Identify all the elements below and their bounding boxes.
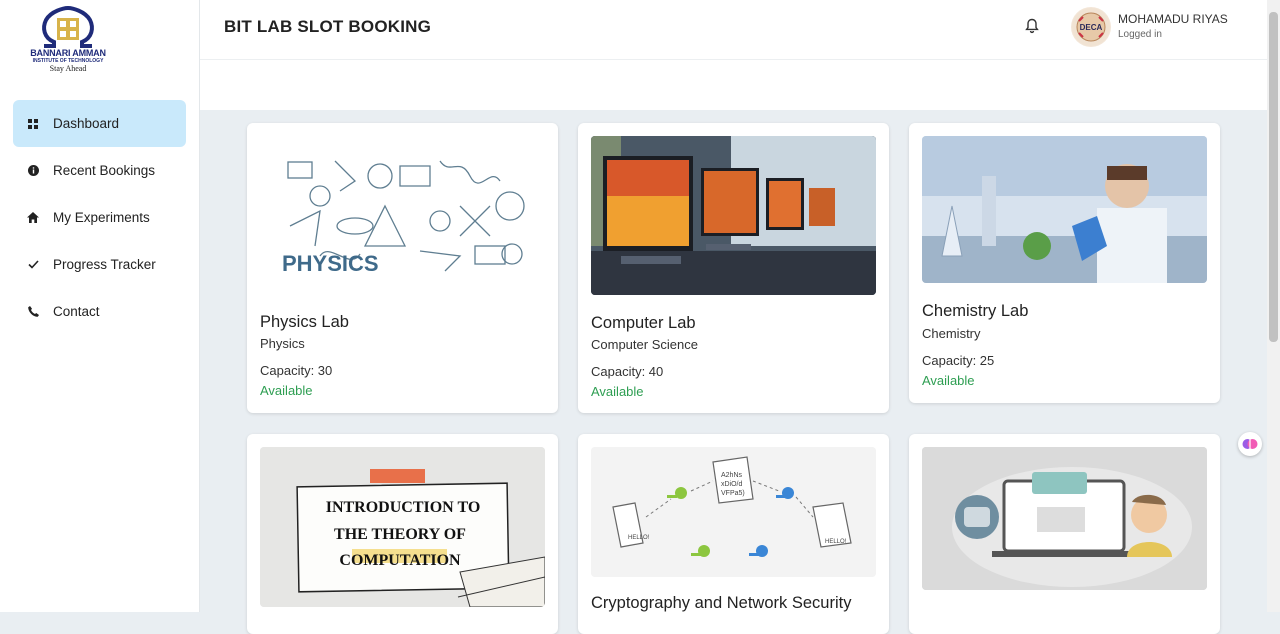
logo-name: BANNARI AMMAN bbox=[30, 48, 106, 58]
sidebar: BANNARI AMMAN INSTITUTE OF TECHNOLOGY St… bbox=[0, 0, 200, 612]
sidebar-item-contact[interactable]: Contact bbox=[13, 288, 186, 335]
bell-icon[interactable] bbox=[1023, 17, 1041, 35]
logo-tagline: Stay Ahead bbox=[49, 64, 87, 73]
lab-title: Physics Lab bbox=[260, 313, 349, 331]
lab-title: Chemistry Lab bbox=[922, 302, 1029, 320]
sidebar-item-label: Progress Tracker bbox=[53, 257, 156, 272]
lab-status: Available bbox=[922, 373, 975, 388]
institute-logo[interactable]: BANNARI AMMAN INSTITUTE OF TECHNOLOGY St… bbox=[24, 5, 112, 76]
crypto-hello-right: HELLO! bbox=[825, 539, 847, 545]
physics-image-text: PHYSICS bbox=[282, 251, 379, 276]
crypto-cipher-2: xDiO/d bbox=[721, 481, 743, 488]
lab-title: Computer Lab bbox=[591, 314, 696, 332]
omega-logo-icon bbox=[42, 5, 94, 48]
sidebar-nav: Dashboard Recent Bookings My Experiments… bbox=[13, 100, 186, 335]
avatar[interactable]: DECA bbox=[1071, 7, 1111, 47]
grid-icon bbox=[27, 118, 39, 130]
lab-capacity: Capacity: 25 bbox=[922, 353, 995, 368]
lab-capacity: Capacity: 30 bbox=[260, 363, 333, 378]
sidebar-item-dashboard[interactable]: Dashboard bbox=[13, 100, 186, 147]
sub-header-bar bbox=[200, 60, 1267, 110]
lab-image-cryptography: HELLO! A2hNs xDiO/d VFPa5) HELLO! bbox=[591, 447, 876, 577]
scrollbar-thumb[interactable] bbox=[1269, 12, 1278, 342]
sidebar-item-progress-tracker[interactable]: Progress Tracker bbox=[13, 241, 186, 288]
toc-line-3: COMPUTATION bbox=[339, 552, 461, 569]
lab-card-theory-of-computation[interactable]: INTRODUCTION TO THE THEORY OF COMPUTATIO… bbox=[247, 434, 558, 634]
user-status: Logged in bbox=[1118, 29, 1162, 40]
lab-department: Physics bbox=[260, 336, 305, 351]
lab-status: Available bbox=[591, 384, 644, 399]
crypto-cipher-1: A2hNs bbox=[721, 472, 743, 479]
phone-icon bbox=[27, 306, 39, 318]
sidebar-item-label: Recent Bookings bbox=[53, 163, 156, 178]
toc-line-1: INTRODUCTION TO bbox=[326, 499, 481, 516]
lab-capacity: Capacity: 40 bbox=[591, 364, 664, 379]
top-bar: BIT LAB SLOT BOOKING DECA MOHAMADU RIYAS… bbox=[200, 0, 1267, 60]
assistant-brain-button[interactable] bbox=[1238, 432, 1262, 456]
sidebar-item-recent-bookings[interactable]: Recent Bookings bbox=[13, 147, 186, 194]
lab-status: Available bbox=[260, 383, 313, 398]
lab-image-theory-of-computation: INTRODUCTION TO THE THEORY OF COMPUTATIO… bbox=[260, 447, 545, 607]
lab-image-chemistry bbox=[922, 136, 1207, 283]
lab-image-physics: PHYSICS bbox=[260, 136, 545, 286]
brain-icon bbox=[1242, 439, 1258, 449]
lab-department: Chemistry bbox=[922, 326, 981, 341]
avatar-text: DECA bbox=[1080, 23, 1103, 32]
page-title: BIT LAB SLOT BOOKING bbox=[224, 17, 432, 36]
lab-card-cryptography[interactable]: HELLO! A2hNs xDiO/d VFPa5) HELLO! Crypto… bbox=[578, 434, 889, 634]
user-name: MOHAMADU RIYAS bbox=[1118, 12, 1228, 26]
toc-line-2: THE THEORY OF bbox=[334, 526, 466, 543]
home-icon bbox=[27, 212, 39, 224]
lab-card-computer[interactable]: Computer Lab Computer Science Capacity: … bbox=[578, 123, 889, 413]
page-scrollbar[interactable] bbox=[1267, 0, 1280, 612]
crypto-hello-left: HELLO! bbox=[628, 535, 650, 541]
lab-card-chemistry[interactable]: Chemistry Lab Chemistry Capacity: 25 Ava… bbox=[909, 123, 1220, 403]
sidebar-item-label: Contact bbox=[53, 304, 100, 319]
lab-title: Cryptography and Network Security bbox=[591, 594, 852, 612]
sidebar-item-my-experiments[interactable]: My Experiments bbox=[13, 194, 186, 241]
sidebar-item-label: My Experiments bbox=[53, 210, 150, 225]
crypto-cipher-3: VFPa5) bbox=[721, 490, 745, 497]
lab-card-ai[interactable] bbox=[909, 434, 1220, 634]
lab-card-physics[interactable]: PHYSICS Physics Lab Physics Capacity: 30… bbox=[247, 123, 558, 413]
lab-department: Computer Science bbox=[591, 337, 698, 352]
lab-image-computer bbox=[591, 136, 876, 295]
lab-image-ai bbox=[922, 447, 1207, 590]
sidebar-item-label: Dashboard bbox=[53, 116, 120, 131]
check-icon bbox=[27, 259, 39, 271]
info-icon bbox=[27, 165, 39, 177]
